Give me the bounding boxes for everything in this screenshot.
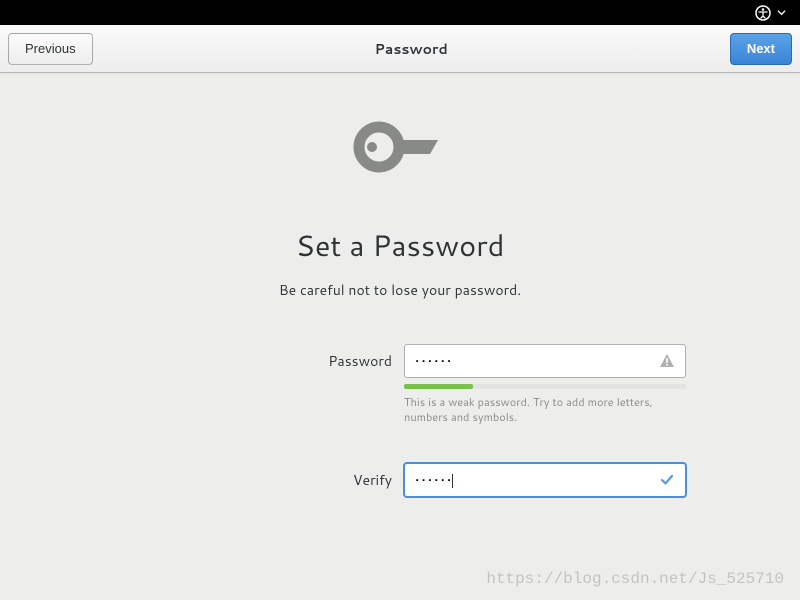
watermark: https://blog.csdn.net/Js_525710: [486, 570, 784, 588]
header-title: Password: [93, 39, 730, 59]
password-hint: This is a weak password. Try to add more…: [404, 395, 686, 425]
password-input-wrap: [404, 344, 686, 378]
password-strength-meter: [404, 384, 686, 389]
verify-label: Verify: [114, 463, 404, 490]
previous-button[interactable]: Previous: [8, 33, 93, 65]
checkmark-icon: [659, 472, 675, 488]
password-input[interactable]: [415, 351, 659, 371]
top-panel: [0, 0, 800, 25]
accessibility-icon[interactable]: [755, 5, 771, 21]
chevron-down-icon[interactable]: [777, 8, 786, 17]
password-row: Password This is a weak password. Try to…: [114, 344, 686, 425]
verify-row: Verify ••••••: [114, 463, 686, 497]
next-button[interactable]: Next: [730, 33, 792, 65]
warning-icon: [659, 353, 675, 369]
content-area: Set a Password Be careful not to lose yo…: [0, 73, 800, 507]
key-icon: [352, 115, 448, 185]
password-label: Password: [114, 344, 404, 371]
page-subtitle: Be careful not to lose your password.: [279, 280, 521, 300]
header-bar: Previous Password Next: [0, 25, 800, 73]
verify-input-wrap: ••••••: [404, 463, 686, 497]
page-title: Set a Password: [296, 225, 505, 266]
verify-input[interactable]: ••••••: [415, 470, 453, 490]
